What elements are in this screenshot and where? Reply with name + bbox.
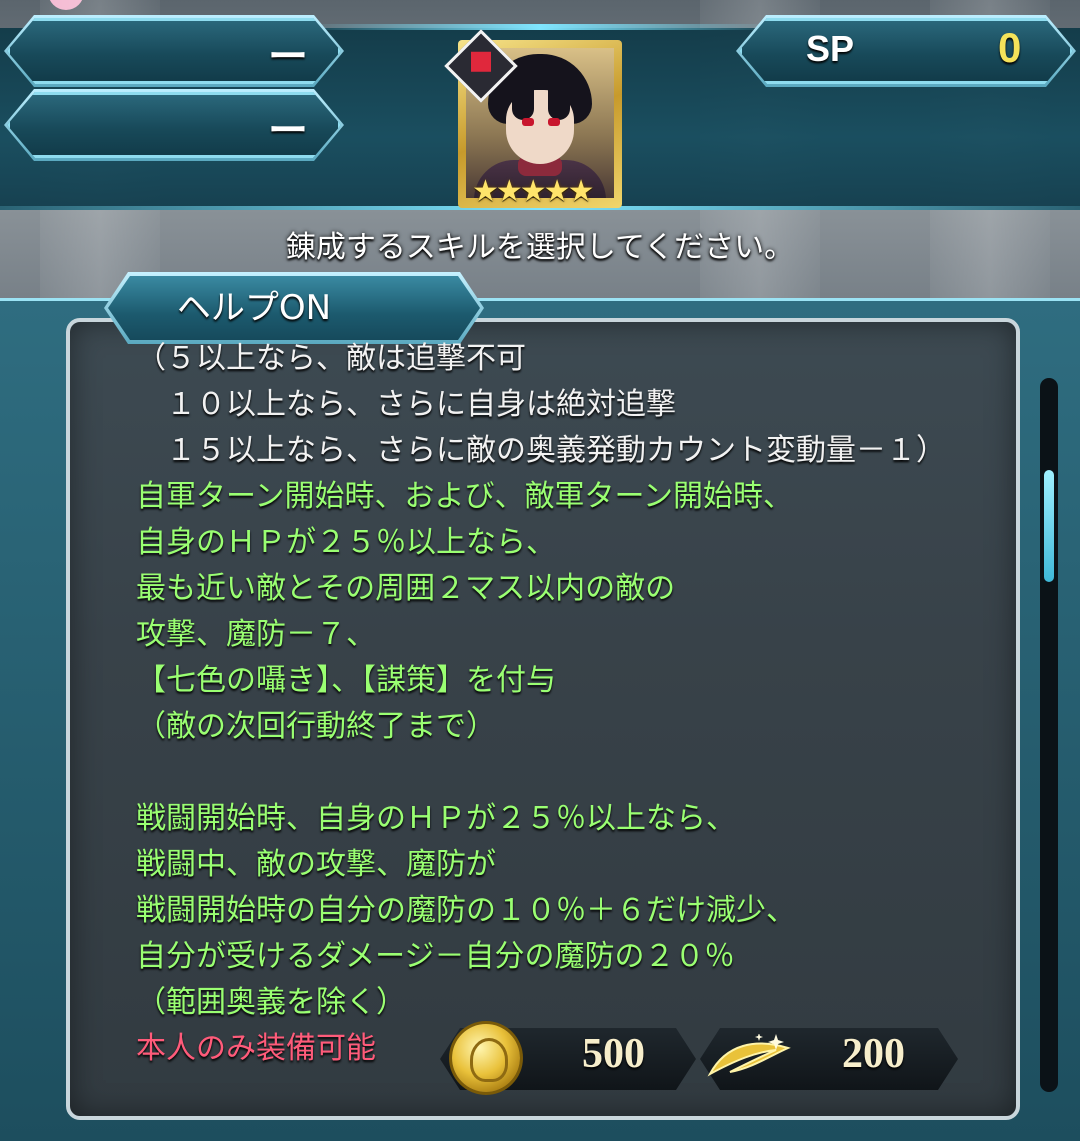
hero-eye — [548, 118, 560, 126]
rarity-stars-icon: ★★★★★ — [472, 174, 594, 209]
description-line: 自身のＨＰが２５％以上なら、 — [136, 525, 556, 560]
weapon-type-mark — [471, 51, 491, 72]
refine-screen: ー ー SP 0 ★★★★★ 錬成するスキルを選択してください。 ヘルプON （… — [0, 0, 1080, 1141]
sp-label: SP — [806, 28, 855, 69]
gold-coin-icon — [452, 1024, 520, 1092]
sp-value: 0 — [998, 24, 1022, 71]
description-line: 戦闘開始時、自身のＨＰが２５％以上なら、 — [136, 801, 736, 836]
description-line: （５以上なら、敵は追撃不可 — [136, 341, 526, 376]
description-line: 【七色の囁き】、【謀策】を付与 — [136, 663, 556, 698]
description-line: 戦闘開始時の自分の魔防の１０％＋６だけ減少、 — [136, 893, 796, 928]
description-line: 最も近い敵とその周囲２マス以内の敵の — [136, 571, 676, 606]
divine-dew-icon — [707, 1034, 791, 1077]
description-line: 自分が受けるダメージ－自分の魔防の２０％ — [136, 939, 735, 974]
skill-description-text: （５以上なら、敵は追撃不可 １０以上なら、さらに自身は絶対追撃 １５以上なら、さ… — [136, 336, 1016, 1072]
description-line — [136, 750, 1016, 796]
description-line: 攻撃、魔防－７、 — [136, 617, 376, 652]
description-line: （範囲奥義を除く） — [136, 985, 406, 1020]
stat-1-value: ー — [268, 35, 308, 79]
dew-cost-value: 200 — [842, 1031, 905, 1077]
stat-2-value: ー — [268, 109, 308, 153]
coin-emblem — [470, 1038, 508, 1082]
help-toggle-button[interactable]: ヘルプON — [108, 276, 480, 340]
help-button-label: ヘルプON — [176, 288, 332, 328]
description-line: 自軍ターン開始時、および、敵軍ターン開始時、 — [136, 479, 793, 514]
hero-hair-bang — [512, 78, 534, 120]
sp-plate — [739, 18, 1073, 84]
description-line: １５以上なら、さらに敵の奥義発動カウント変動量－１） — [136, 433, 946, 468]
scrollbar-thumb[interactable] — [1044, 470, 1054, 582]
hero-eye — [522, 118, 534, 126]
coin-cost-value: 500 — [582, 1031, 645, 1077]
description-line: 戦闘中、敵の攻撃、魔防が — [136, 847, 496, 882]
header-glow-line — [300, 24, 780, 30]
description-line: １０以上なら、さらに自身は絶対追撃 — [136, 387, 676, 422]
hero-hair-bang — [548, 78, 570, 120]
description-line: （敵の次回行動終了まで） — [136, 709, 496, 744]
instruction-text: 錬成するスキルを選択してください。 — [285, 230, 795, 265]
